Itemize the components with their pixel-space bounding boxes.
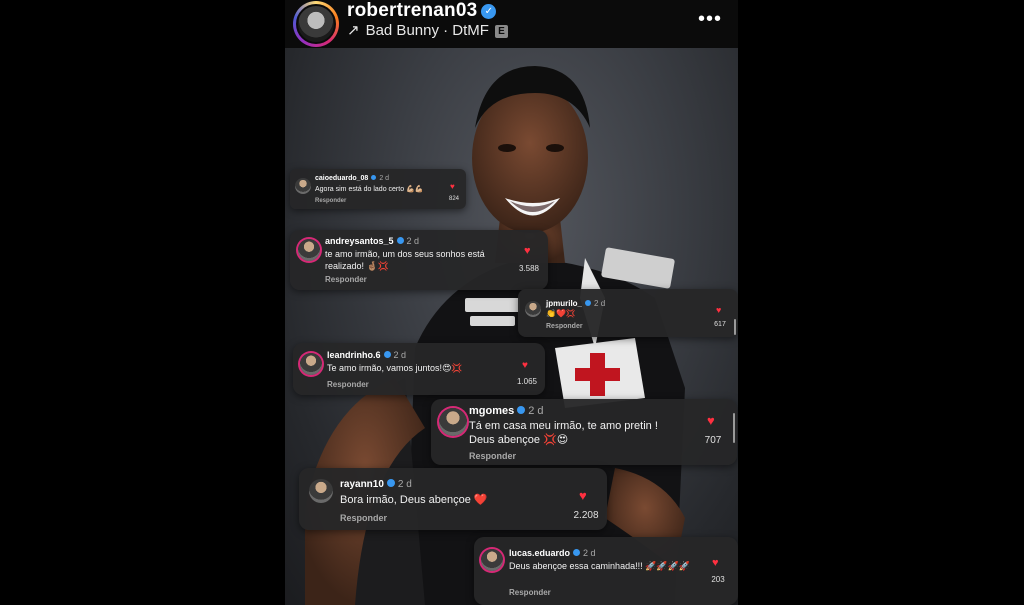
commenter-avatar[interactable] bbox=[481, 549, 503, 571]
reply-button[interactable]: Responder bbox=[327, 380, 369, 389]
post-header: robertrenan03 ✓ ↗ Bad Bunny · DtMF E ••• bbox=[285, 0, 738, 48]
more-options-icon[interactable]: ••• bbox=[698, 8, 722, 31]
reply-button[interactable]: Responder bbox=[546, 323, 583, 330]
comment-card[interactable]: lucas.eduardo 2 d Deus abençoe essa camin… bbox=[474, 537, 738, 605]
reply-button[interactable]: Responder bbox=[340, 513, 387, 523]
comment-card[interactable]: rayann10 2 d Bora irmão, Deus abençoe ❤️ … bbox=[299, 468, 607, 530]
verified-badge-icon bbox=[371, 175, 377, 180]
like-count: 617 bbox=[714, 321, 726, 328]
like-count: 824 bbox=[448, 196, 459, 202]
comment-text: Te amo irmão, vamos juntos!😍💢 bbox=[327, 363, 463, 373]
reply-button[interactable]: Responder bbox=[315, 198, 346, 204]
heart-icon[interactable]: ♥ bbox=[450, 182, 455, 191]
comment-username[interactable]: mgomes 2 d bbox=[469, 405, 544, 417]
comment-card[interactable]: mgomes 2 d Tá em casa meu irmão, te amo p… bbox=[431, 399, 737, 465]
reply-button[interactable]: Responder bbox=[469, 451, 516, 461]
commenter-avatar[interactable] bbox=[300, 353, 322, 375]
reply-button[interactable]: Responder bbox=[509, 588, 551, 597]
comment-username[interactable]: leandrinho.6 2 d bbox=[327, 350, 406, 360]
scrollbar[interactable] bbox=[733, 413, 735, 443]
comment-card[interactable]: jpmurilo_ 2 d 👏❤️💢 Responder ♥ 617 bbox=[518, 289, 738, 337]
commenter-avatar[interactable] bbox=[309, 479, 333, 503]
song-title: Bad Bunny · DtMF bbox=[365, 22, 489, 39]
heart-icon[interactable]: ♥ bbox=[524, 245, 531, 257]
commenter-avatar[interactable] bbox=[525, 301, 541, 317]
like-count: 2.208 bbox=[573, 510, 599, 521]
comment-username[interactable]: caioeduardo_08 2 d bbox=[315, 175, 389, 182]
heart-icon[interactable]: ♥ bbox=[712, 557, 719, 569]
verified-badge-icon: ✓ bbox=[481, 4, 497, 19]
post-username[interactable]: robertrenan03 ✓ bbox=[347, 0, 497, 22]
comment-text: Deus abençoe essa caminhada!!! 🚀🚀🚀🚀 bbox=[509, 561, 690, 571]
verified-badge-icon bbox=[396, 237, 404, 244]
profile-avatar[interactable] bbox=[293, 1, 339, 47]
heart-icon[interactable]: ♥ bbox=[716, 305, 721, 315]
commenter-avatar[interactable] bbox=[439, 408, 467, 436]
comment-username[interactable]: jpmurilo_ 2 d bbox=[546, 299, 605, 308]
comment-text: Agora sim está do lado certo 💪🏼💪🏼 bbox=[315, 186, 424, 193]
like-count: 203 bbox=[711, 575, 725, 584]
commenter-avatar[interactable] bbox=[295, 178, 311, 194]
verified-badge-icon bbox=[386, 479, 395, 487]
scrollbar[interactable] bbox=[734, 319, 736, 335]
heart-icon[interactable]: ♥ bbox=[707, 413, 715, 428]
comment-text: 👏❤️💢 bbox=[546, 309, 576, 318]
like-count: 3.588 bbox=[518, 264, 540, 273]
heart-icon[interactable]: ♥ bbox=[522, 360, 528, 371]
verified-badge-icon bbox=[517, 406, 526, 414]
comment-card[interactable]: andreysantos_5 2 d te amo irmão, um dos s… bbox=[290, 230, 548, 290]
instagram-post: robertrenan03✓ ↗ Bad Bunny · DtMF E ••• bbox=[285, 0, 738, 605]
explicit-badge: E bbox=[494, 25, 508, 38]
verified-badge-icon bbox=[383, 351, 391, 358]
comment-text: te amo irmão, um dos seus sonhos está re… bbox=[325, 249, 485, 271]
comment-card[interactable]: leandrinho.6 2 d Te amo irmão, vamos junt… bbox=[293, 343, 545, 395]
commenter-avatar[interactable] bbox=[298, 239, 320, 261]
comment-text: Bora irmão, Deus abençoe ❤️ bbox=[340, 494, 488, 506]
comment-card[interactable]: caioeduardo_08 2 d Agora sim está do lado… bbox=[290, 169, 466, 209]
like-count: 1.065 bbox=[516, 377, 538, 386]
verified-badge-icon bbox=[585, 300, 592, 306]
comment-username[interactable]: andreysantos_5 2 d bbox=[325, 236, 419, 246]
comment-text: Tá em casa meu irmão, te amo pretin ! De… bbox=[469, 420, 658, 447]
arrow-up-right-icon: ↗ bbox=[347, 22, 360, 39]
verified-badge-icon bbox=[573, 549, 581, 556]
like-count: 707 bbox=[704, 435, 722, 446]
comment-username[interactable]: rayann10 2 d bbox=[340, 479, 412, 490]
music-link[interactable]: ↗ Bad Bunny · DtMF E bbox=[347, 21, 508, 39]
reply-button[interactable]: Responder bbox=[325, 275, 367, 284]
comment-username[interactable]: lucas.eduardo 2 d bbox=[509, 548, 596, 558]
heart-icon[interactable]: ♥ bbox=[579, 488, 587, 503]
